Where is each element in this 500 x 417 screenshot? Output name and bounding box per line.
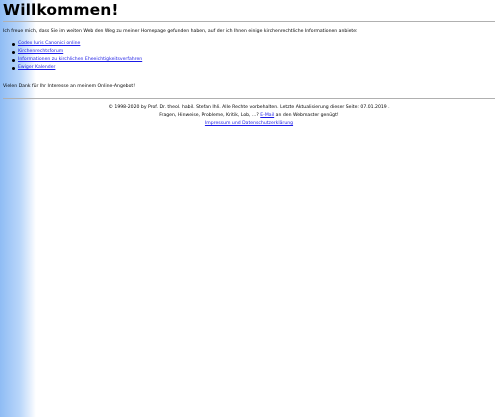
thanks-text: Vielen Dank für Ihr Interesse an meinem … bbox=[3, 84, 136, 89]
page-title: Willkommen! bbox=[3, 1, 119, 19]
top-divider bbox=[3, 21, 495, 22]
link-forum[interactable]: Kirchenrechtsforum bbox=[18, 49, 63, 54]
privacy-line: Impressum und Datenschutzerklärung bbox=[3, 121, 495, 127]
link-ehenichtigkeit[interactable]: Informationen zu kirchlichen Eheeichtigk… bbox=[18, 57, 142, 62]
bullet-icon bbox=[12, 58, 15, 62]
link-kalender[interactable]: Ewiger Kalender bbox=[18, 65, 55, 70]
list-item: Ewiger Kalender bbox=[3, 64, 142, 72]
bullet-icon bbox=[12, 66, 15, 70]
list-item: Kirchenrechtsforum bbox=[3, 48, 142, 56]
link-codex[interactable]: Codex Iuris Canonici online bbox=[18, 41, 80, 46]
bullet-icon bbox=[12, 50, 15, 54]
list-item: Informationen zu kirchlichen Eheeichtigk… bbox=[3, 56, 142, 64]
bullet-icon bbox=[12, 42, 15, 46]
contact-prefix: Fragen, Hinweise, Probleme, Kritik, Lob,… bbox=[159, 113, 259, 118]
copyright-text: © 1998-2020 by Prof. Dr. theol. habil. S… bbox=[108, 105, 390, 110]
contact-suffix: an den Webmaster genügt! bbox=[275, 113, 339, 118]
privacy-link[interactable]: Impressum und Datenschutzerklärung bbox=[205, 121, 293, 126]
intro-text: Ich freue mich, dass Sie im weiten Web d… bbox=[3, 29, 358, 34]
list-item: Codex Iuris Canonici online bbox=[3, 40, 142, 48]
email-link[interactable]: E-Mail bbox=[260, 113, 274, 118]
contact-line: Fragen, Hinweise, Probleme, Kritik, Lob,… bbox=[3, 113, 495, 119]
link-list: Codex Iuris Canonici online Kirchenrecht… bbox=[3, 40, 142, 72]
bottom-divider bbox=[3, 98, 495, 99]
